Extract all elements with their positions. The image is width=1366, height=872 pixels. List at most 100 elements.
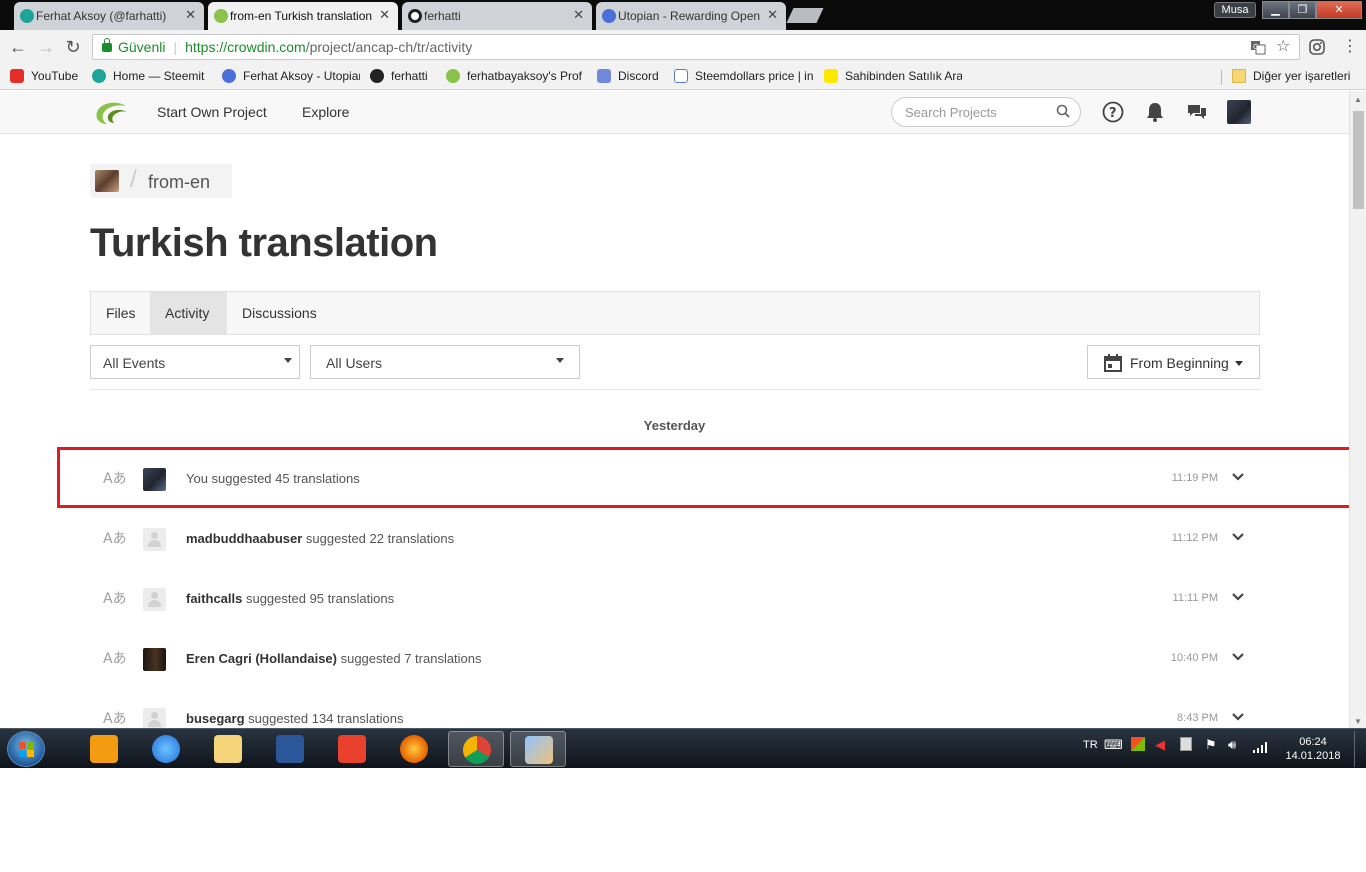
date-range-button[interactable]: From Beginning bbox=[1087, 345, 1260, 379]
close-tab-icon[interactable]: ✕ bbox=[767, 7, 778, 23]
bookmark-star-icon[interactable]: ☆ bbox=[1276, 36, 1290, 56]
breadcrumb-project[interactable]: from-en bbox=[148, 172, 210, 193]
breadcrumb[interactable]: / from-en bbox=[90, 164, 232, 198]
windows-update-icon[interactable] bbox=[1131, 737, 1145, 751]
device-icon[interactable] bbox=[1180, 737, 1192, 751]
activity-user-link[interactable]: busegarg bbox=[186, 711, 245, 726]
keyboard-icon[interactable]: ⌨ bbox=[1104, 737, 1123, 753]
activity-time: 10:40 PM bbox=[1170, 652, 1218, 664]
activity-row[interactable]: Aあ faithcalls suggested 95 translations 11… bbox=[60, 568, 1349, 628]
bookmark-github[interactable]: ferhatti bbox=[370, 69, 438, 83]
network-signal-icon[interactable] bbox=[1252, 741, 1268, 753]
activity-user-link[interactable]: madbuddhaabuser bbox=[186, 531, 302, 546]
taskbar-internet-explorer[interactable] bbox=[138, 731, 194, 767]
taskbar-firefox[interactable] bbox=[386, 731, 442, 767]
system-clock[interactable]: 06:24 14.01.2018 bbox=[1280, 735, 1346, 763]
activity-user-link[interactable]: faithcalls bbox=[186, 591, 242, 606]
translate-icon[interactable]: G bbox=[1250, 39, 1266, 58]
scroll-up-icon[interactable]: ▲ bbox=[1354, 95, 1362, 104]
browser-tab-active[interactable]: from-en Turkish translation ✕ bbox=[208, 2, 398, 30]
chevron-down-icon[interactable] bbox=[1230, 709, 1246, 725]
crowdin-logo-icon[interactable] bbox=[93, 98, 129, 126]
address-bar[interactable]: Güvenli | https://crowdin.com/project/an… bbox=[92, 34, 1300, 60]
bookmark-sahibinden[interactable]: Sahibinden Satılık Araç bbox=[824, 69, 962, 83]
tab-discussions[interactable]: Discussions bbox=[227, 292, 332, 334]
activity-row[interactable]: Aあ madbuddhaabuser suggested 22 translati… bbox=[60, 508, 1349, 568]
below-screen-area bbox=[0, 768, 1366, 872]
browser-tab[interactable]: Utopian - Rewarding Open Source ✕ bbox=[596, 2, 786, 30]
taskbar-chrome[interactable] bbox=[448, 731, 504, 767]
users-filter-select[interactable]: All Users bbox=[310, 345, 580, 379]
reload-icon[interactable]: ↻ bbox=[63, 37, 83, 58]
user-avatar[interactable] bbox=[143, 588, 166, 611]
activity-action: suggested 134 translations bbox=[244, 711, 404, 726]
taskbar-paint[interactable] bbox=[510, 731, 566, 767]
activity-row[interactable]: Aあ busegarg suggested 134 translations 8:4… bbox=[60, 688, 1349, 728]
other-bookmarks[interactable]: Diğer yer işaretleri bbox=[1232, 69, 1356, 83]
help-icon[interactable]: ? bbox=[1102, 101, 1124, 123]
minimize-button[interactable]: ▁ bbox=[1262, 1, 1289, 19]
steemit-icon bbox=[92, 69, 106, 83]
browser-toolbar: ← → ↻ Güvenli | https://crowdin.com/proj… bbox=[0, 30, 1366, 64]
taskbar-media-player[interactable] bbox=[76, 731, 132, 767]
scroll-down-icon[interactable]: ▼ bbox=[1354, 717, 1362, 726]
close-tab-icon[interactable]: ✕ bbox=[379, 7, 390, 23]
bookmark-crowdin-profile[interactable]: ferhatbayaksoy's Profile bbox=[446, 69, 582, 83]
tab-files[interactable]: Files bbox=[91, 292, 151, 334]
tab-activity[interactable]: Activity bbox=[150, 292, 227, 334]
events-filter-value: All Events bbox=[103, 355, 166, 371]
bookmark-discord[interactable]: Discord bbox=[597, 69, 667, 83]
user-avatar[interactable] bbox=[143, 648, 166, 671]
user-avatar[interactable] bbox=[143, 708, 166, 728]
profile-badge[interactable]: Musa bbox=[1214, 2, 1256, 18]
word-icon bbox=[276, 735, 304, 763]
chevron-down-icon[interactable] bbox=[1230, 529, 1246, 545]
browser-tab[interactable]: ferhatti ✕ bbox=[402, 2, 592, 30]
messages-icon[interactable] bbox=[1186, 101, 1208, 123]
activity-user-link[interactable]: Eren Cagri (Hollandaise) bbox=[186, 651, 337, 666]
windows-logo-icon bbox=[19, 742, 34, 757]
bookmark-youtube[interactable]: YouTube bbox=[10, 69, 86, 83]
close-tab-icon[interactable]: ✕ bbox=[573, 7, 584, 23]
crowdin-page: Start Own Project Explore Search Project… bbox=[0, 91, 1349, 728]
volume-icon[interactable]: 🔊︎ bbox=[1228, 737, 1236, 753]
crowdin-icon bbox=[446, 69, 460, 83]
start-own-project-link[interactable]: Start Own Project bbox=[157, 104, 267, 120]
user-avatar[interactable] bbox=[143, 528, 166, 551]
back-icon[interactable]: ← bbox=[8, 37, 28, 58]
bookmark-steemit[interactable]: Home — Steemit bbox=[92, 69, 214, 83]
taskbar-word[interactable] bbox=[262, 731, 318, 767]
tab-title: Ferhat Aksoy (@farhatti) bbox=[36, 9, 167, 23]
bookmark-steemdollars[interactable]: Steemdollars price | in bbox=[674, 69, 814, 83]
menu-icon[interactable]: ⋮ bbox=[1342, 36, 1358, 56]
show-desktop-button[interactable] bbox=[1354, 731, 1366, 767]
taskbar-file-explorer[interactable] bbox=[200, 731, 256, 767]
notifications-bell-icon[interactable] bbox=[1146, 101, 1164, 123]
browser-tab[interactable]: Ferhat Aksoy (@farhatti) ✕ bbox=[14, 2, 204, 30]
github-icon bbox=[370, 69, 384, 83]
start-button[interactable] bbox=[7, 731, 45, 767]
activity-message: faithcalls suggested 95 translations bbox=[186, 591, 394, 606]
new-tab-button[interactable] bbox=[786, 8, 824, 23]
project-tabs: Files Activity Discussions bbox=[90, 291, 1260, 335]
search-icon[interactable] bbox=[1056, 104, 1070, 118]
user-avatar[interactable] bbox=[1227, 100, 1251, 124]
action-center-flag-icon[interactable]: ⚑ bbox=[1205, 737, 1217, 753]
speaker-muted-icon[interactable]: ◀ bbox=[1155, 737, 1165, 753]
taskbar-photo-app[interactable] bbox=[324, 731, 380, 767]
maximize-button[interactable]: ❐ bbox=[1289, 1, 1316, 19]
activity-row[interactable]: Aあ Eren Cagri (Hollandaise) suggested 7 t… bbox=[60, 628, 1349, 688]
instagram-icon[interactable] bbox=[1309, 39, 1325, 58]
chevron-down-icon[interactable] bbox=[1230, 649, 1246, 665]
search-projects-input[interactable]: Search Projects bbox=[891, 97, 1081, 127]
events-filter-select[interactable]: All Events bbox=[90, 345, 300, 379]
chevron-down-icon[interactable] bbox=[1230, 589, 1246, 605]
close-window-button[interactable]: ✕ bbox=[1316, 1, 1362, 19]
forward-icon[interactable]: → bbox=[36, 37, 56, 58]
explore-link[interactable]: Explore bbox=[302, 104, 349, 120]
scrollbar-thumb[interactable] bbox=[1353, 111, 1364, 209]
close-tab-icon[interactable]: ✕ bbox=[185, 7, 196, 23]
language-indicator[interactable]: TR bbox=[1083, 739, 1098, 751]
bookmark-utopian[interactable]: Ferhat Aksoy - Utopian bbox=[222, 69, 360, 83]
page-scrollbar[interactable]: ▲ ▼ bbox=[1349, 91, 1366, 728]
